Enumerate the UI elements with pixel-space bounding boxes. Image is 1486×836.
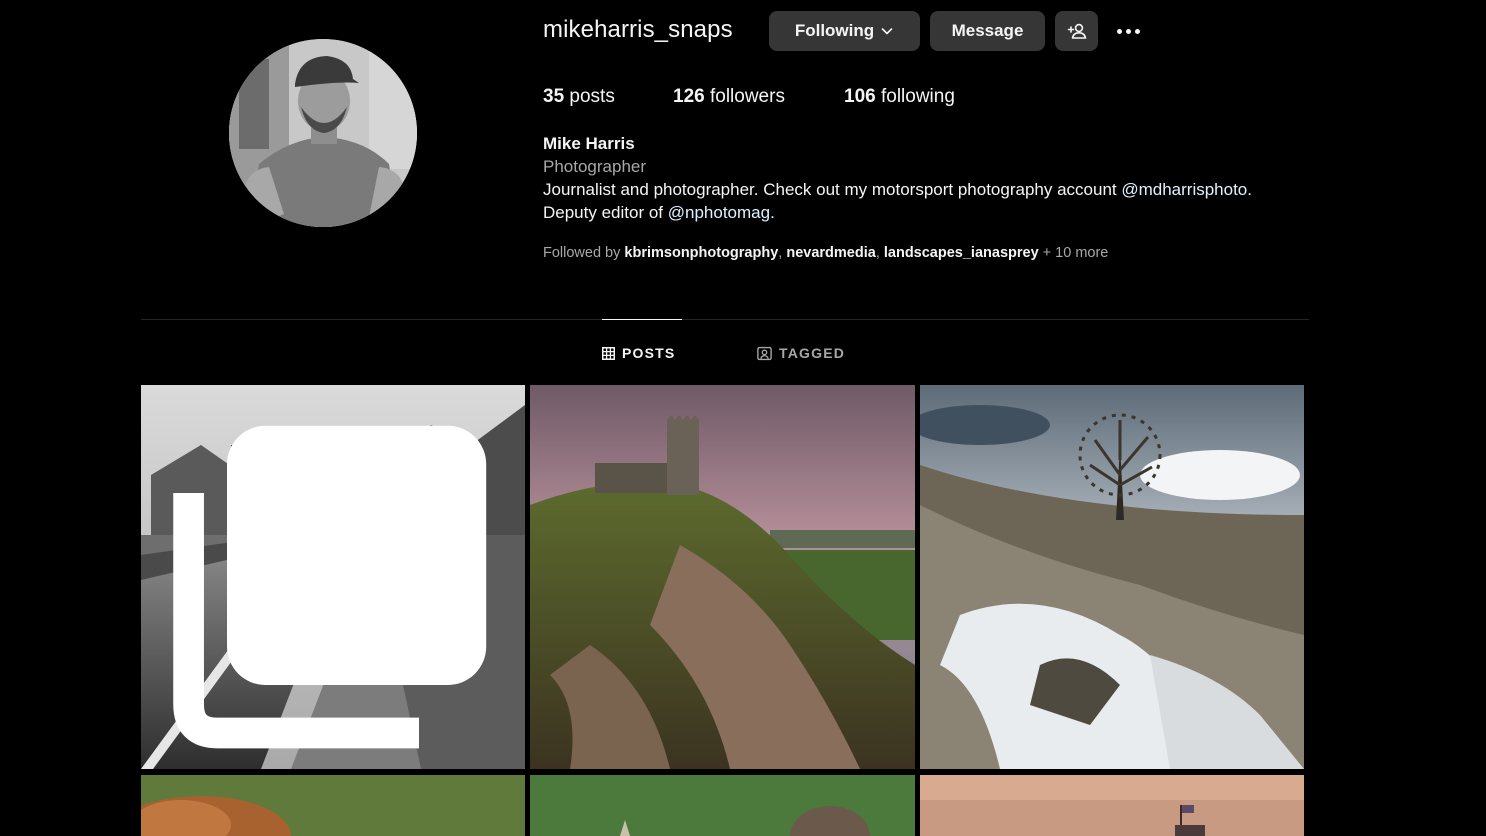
more-dot [1125, 28, 1131, 34]
bio-mention-link[interactable]: @nphotomag [668, 203, 770, 222]
posts-count: 35 [543, 86, 565, 107]
followers-label: followers [704, 86, 785, 107]
add-user-icon [1067, 23, 1086, 39]
bio-line-2: Deputy editor of @nphotomag. [543, 203, 775, 223]
suggested-users-button[interactable] [1055, 11, 1098, 51]
tab-posts[interactable]: POSTS [602, 344, 675, 362]
following-count: 106 [844, 86, 876, 107]
more-dot [1134, 28, 1140, 34]
more-options-button[interactable] [1112, 20, 1144, 42]
tabs-divider [141, 319, 1309, 320]
post-image [141, 775, 525, 836]
followers-stat[interactable]: 126 followers [673, 86, 785, 108]
profile-full-name: Mike Harris [543, 134, 635, 153]
post-tile[interactable] [920, 775, 1304, 836]
grid-icon [602, 346, 615, 360]
post-image [530, 385, 915, 769]
multiple-photos-icon [173, 425, 487, 749]
post-image [530, 775, 915, 836]
posts-label: posts [564, 86, 615, 107]
following-label: Following [794, 21, 875, 40]
tab-posts-label: POSTS [622, 345, 676, 361]
post-image [920, 775, 1304, 836]
bio-mention-link[interactable]: @mdharrisphoto [1121, 180, 1247, 199]
tab-tagged[interactable]: TAGGED [757, 344, 845, 362]
post-tile[interactable] [530, 385, 915, 769]
profile-category: Photographer [543, 157, 647, 176]
followed-by-user[interactable]: landscapes_ianasprey [884, 245, 1039, 261]
separator: , [875, 245, 884, 261]
following-button[interactable]: Following [769, 11, 920, 51]
followed-by-user[interactable]: nevardmedia [786, 245, 875, 261]
profile-avatar[interactable] [229, 39, 417, 227]
bio-punct: . [1247, 180, 1253, 199]
post-tile[interactable] [920, 385, 1304, 769]
active-tab-indicator [602, 319, 682, 320]
bio-punct: . [770, 203, 775, 222]
more-dots-icon [1116, 28, 1122, 34]
followed-by-prefix: Followed by [543, 245, 625, 261]
post-image [920, 385, 1304, 769]
followed-by-user[interactable]: kbrimsonphotography [624, 245, 778, 261]
chevron-down-icon [881, 28, 893, 35]
avatar-image [229, 39, 417, 227]
message-label: Message [951, 21, 1024, 40]
profile-page: mikeharris_snaps Following Message 35 po… [0, 0, 1486, 836]
followers-count: 126 [673, 86, 705, 107]
tab-tagged-label: TAGGED [779, 345, 846, 361]
profile-username: mikeharris_snaps [543, 16, 733, 43]
following-stat[interactable]: 106 following [844, 86, 955, 108]
bio-text: Deputy editor of [543, 203, 668, 222]
following-stat-label: following [875, 86, 955, 107]
followed-by-more: + 10 more [1038, 245, 1109, 261]
bio-text: Journalist and photographer. Check out m… [543, 180, 1122, 199]
followed-by[interactable]: Followed by kbrimsonphotography, nevardm… [543, 245, 1108, 261]
posts-stat: 35 posts [543, 86, 615, 108]
post-tile[interactable] [530, 775, 915, 836]
post-tile[interactable] [141, 775, 525, 836]
message-button[interactable]: Message [930, 11, 1045, 51]
bio-line-1: Journalist and photographer. Check out m… [543, 180, 1252, 200]
post-tile[interactable] [141, 385, 525, 769]
tagged-icon [757, 346, 772, 360]
